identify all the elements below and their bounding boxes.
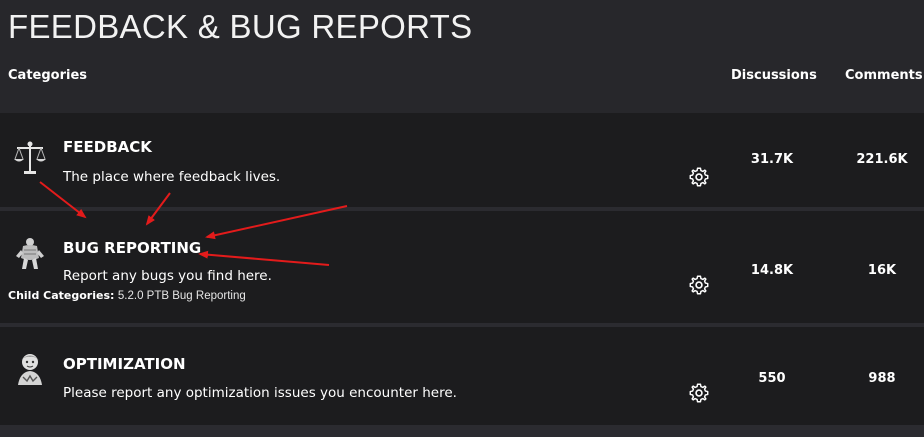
discussions-count: 14.8K [750,263,794,278]
scales-icon [14,141,46,174]
category-description: Report any bugs you find here. [63,268,272,284]
child-categories: Child Categories: 5.2.0 PTB Bug Reportin… [8,289,246,302]
discussions-header: Discussions [731,68,817,83]
category-name[interactable]: FEEDBACK [63,138,152,156]
category-row-optimization[interactable]: OPTIMIZATION Please report any optimizat… [0,327,924,425]
category-name[interactable]: OPTIMIZATION [63,355,186,373]
comments-count: 988 [868,371,896,386]
category-row-feedback[interactable]: FEEDBACK The place where feedback lives.… [0,113,924,207]
category-name[interactable]: BUG REPORTING [63,239,201,257]
discussions-count: 31.7K [750,152,794,167]
category-description: Please report any optimization issues yo… [63,385,457,401]
comments-header: Comments [845,68,923,83]
page-title: FEEDBACK & BUG REPORTS [8,8,473,45]
comments-count: 16K [867,263,897,278]
gear-icon[interactable] [688,382,710,404]
gear-icon[interactable] [688,274,710,296]
creature-icon [16,238,44,269]
discussions-count: 550 [758,371,786,386]
child-categories-label: Child Categories: [8,289,115,302]
category-row-bug-reporting[interactable]: BUG REPORTING Report any bugs you find h… [0,211,924,323]
category-description: The place where feedback lives. [63,169,281,185]
child-category-link[interactable]: 5.2.0 PTB Bug Reporting [118,290,246,302]
comments-count: 221.6K [856,152,908,167]
gear-icon[interactable] [688,166,710,188]
categories-header: Categories [8,68,88,83]
row-divider [0,425,924,437]
character-icon [18,354,42,385]
